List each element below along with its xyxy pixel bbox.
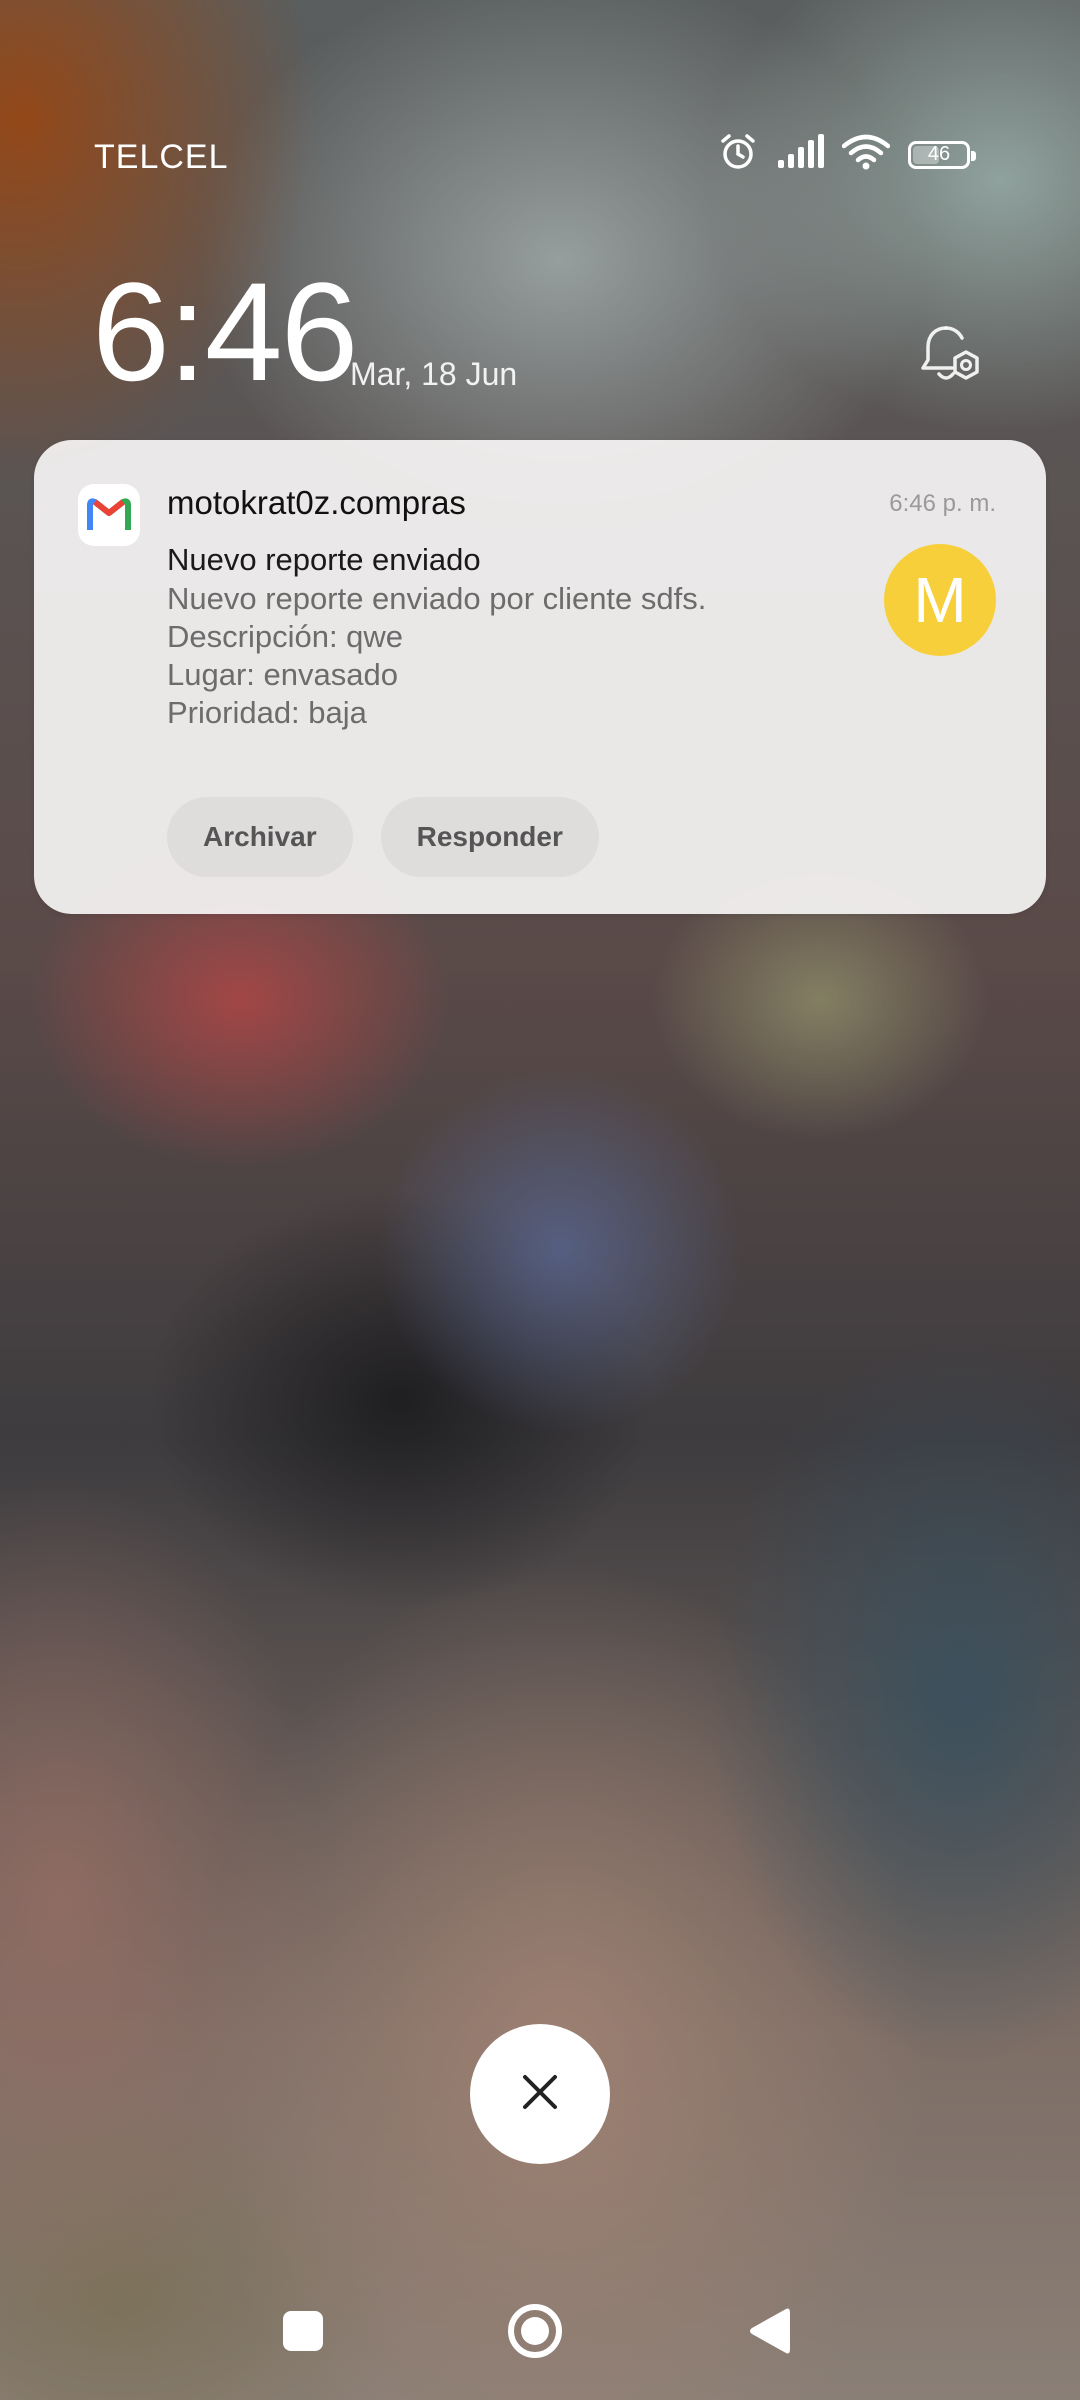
carrier-label: TELCEL	[94, 138, 229, 176]
signal-icon	[776, 134, 824, 175]
body-line: Nuevo reporte enviado por cliente sdfs.	[167, 581, 707, 616]
close-icon	[520, 2072, 560, 2117]
reply-button[interactable]: Responder	[380, 797, 599, 877]
lock-clock: 6:46	[92, 253, 358, 410]
recents-icon	[281, 2309, 325, 2358]
notification-card[interactable]: motokrat0z.compras 6:46 p. m. M Nuevo re…	[34, 440, 1046, 914]
notification-body: Nuevo reporte enviado por cliente sdfs. …	[167, 580, 706, 732]
recents-button[interactable]	[260, 2290, 346, 2376]
notification-actions: Archivar Responder	[167, 797, 599, 877]
notification-subject: Nuevo reporte enviado	[167, 542, 481, 577]
notification-sender: motokrat0z.compras	[167, 484, 466, 521]
body-line: Descripción: qwe	[167, 619, 404, 654]
dismiss-notifications-button[interactable]	[470, 2024, 610, 2164]
notification-settings-icon[interactable]	[918, 322, 984, 392]
alarm-icon	[718, 132, 758, 177]
back-icon	[746, 2305, 792, 2362]
battery-icon: 46	[908, 140, 976, 169]
notification-time: 6:46 p. m.	[889, 490, 996, 517]
battery-level: 46	[927, 143, 951, 165]
body-line: Lugar: envasado	[167, 657, 398, 692]
status-icons: 46	[718, 132, 976, 177]
lock-date: Mar, 18 Jun	[350, 356, 518, 392]
body-line: Prioridad: baja	[167, 695, 367, 730]
home-button[interactable]	[492, 2290, 578, 2376]
archive-button[interactable]: Archivar	[167, 797, 353, 877]
back-button[interactable]	[726, 2290, 812, 2376]
avatar: M	[884, 544, 996, 656]
wifi-icon	[841, 134, 891, 175]
navigation-bar	[0, 2290, 1080, 2376]
gmail-icon	[78, 484, 140, 546]
home-icon	[505, 2301, 565, 2366]
